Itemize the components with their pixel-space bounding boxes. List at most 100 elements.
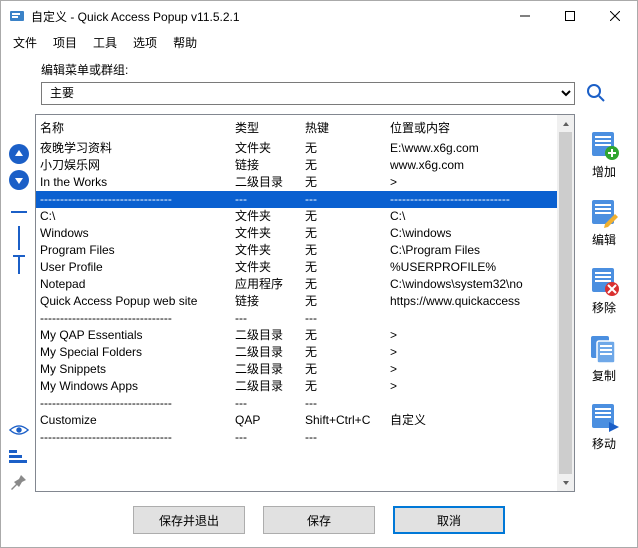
cell-loc: 自定义 <box>386 412 574 429</box>
table-row[interactable]: 小刀娱乐网链接无www.x6g.com <box>36 157 574 174</box>
group-selector-bar: 编辑菜单或群组: 主要 <box>1 53 637 110</box>
cell-loc: > <box>386 327 574 344</box>
cell-loc: > <box>386 174 574 191</box>
column-separator-icon <box>9 224 29 252</box>
cell-hotkey: 无 <box>301 361 386 378</box>
edit-button[interactable]: 编辑 <box>587 192 621 256</box>
cell-type: 二级目录 <box>231 327 301 344</box>
table-row[interactable]: 夜晚学习资料文件夹无E:\www.x6g.com <box>36 140 574 157</box>
add-column-separator-button[interactable] <box>9 228 29 248</box>
table-row[interactable]: My Windows Apps二级目录无> <box>36 378 574 395</box>
search-button[interactable] <box>583 80 609 106</box>
cell-loc: C:\Program Files <box>386 242 574 259</box>
cell-hotkey: Shift+Ctrl+C <box>301 412 386 429</box>
cell-hotkey: --- <box>301 395 386 412</box>
cell-loc: www.x6g.com <box>386 157 574 174</box>
cell-type: --- <box>231 310 301 327</box>
minimize-button[interactable] <box>502 1 547 31</box>
menu-tools[interactable]: 工具 <box>85 32 125 53</box>
cancel-button[interactable]: 取消 <box>393 506 505 534</box>
table-row[interactable]: My QAP Essentials二级目录无> <box>36 327 574 344</box>
preview-button[interactable] <box>9 420 29 440</box>
cell-loc: ------------------------------ <box>386 191 574 208</box>
cell-hotkey: 无 <box>301 259 386 276</box>
table-row[interactable]: Windows文件夹无C:\windows <box>36 225 574 242</box>
cell-hotkey: 无 <box>301 327 386 344</box>
table-row[interactable]: --------------------------------------- <box>36 310 574 327</box>
cell-name: Program Files <box>36 242 231 259</box>
pin-button[interactable] <box>9 472 29 492</box>
cell-name: Notepad <box>36 276 231 293</box>
col-location[interactable]: 位置或内容 <box>386 115 574 140</box>
cell-name: --------------------------------- <box>36 429 231 446</box>
cell-type: 文件夹 <box>231 208 301 225</box>
col-hotkey[interactable]: 热键 <box>301 115 386 140</box>
cell-type: 文件夹 <box>231 242 301 259</box>
menu-help[interactable]: 帮助 <box>165 32 205 53</box>
close-button[interactable] <box>592 1 637 31</box>
table-row[interactable]: My Snippets二级目录无> <box>36 361 574 378</box>
menu-options[interactable]: 选项 <box>125 32 165 53</box>
cell-hotkey: 无 <box>301 293 386 310</box>
cell-name: C:\ <box>36 208 231 225</box>
cell-name: Quick Access Popup web site <box>36 293 231 310</box>
cell-loc: C:\windows\system32\no <box>386 276 574 293</box>
cell-name: 夜晚学习资料 <box>36 140 231 157</box>
copy-button[interactable]: 复制 <box>587 328 621 392</box>
item-list[interactable]: 名称 类型 热键 位置或内容 夜晚学习资料文件夹无E:\www.x6g.com小… <box>35 114 575 492</box>
save-button[interactable]: 保存 <box>263 506 375 534</box>
table-row[interactable]: My Special Folders二级目录无> <box>36 344 574 361</box>
table-row[interactable]: C:\文件夹无C:\ <box>36 208 574 225</box>
remove-button[interactable]: 移除 <box>587 260 621 324</box>
cell-type: 文件夹 <box>231 140 301 157</box>
add-button[interactable]: 增加 <box>587 124 621 188</box>
sort-button[interactable] <box>9 446 29 466</box>
cell-type: --- <box>231 429 301 446</box>
scroll-down-arrow[interactable] <box>557 474 574 491</box>
cell-type: 链接 <box>231 157 301 174</box>
text-column-icon <box>9 252 29 276</box>
cell-name: 小刀娱乐网 <box>36 157 231 174</box>
table-row[interactable]: User Profile文件夹无%USERPROFILE% <box>36 259 574 276</box>
move-up-button[interactable] <box>9 144 29 164</box>
copy-icon <box>587 332 621 366</box>
table-row[interactable]: In the Works二级目录无> <box>36 174 574 191</box>
col-name[interactable]: 名称 <box>36 115 231 140</box>
cell-name: --------------------------------- <box>36 310 231 327</box>
table-row[interactable]: Notepad应用程序无C:\windows\system32\no <box>36 276 574 293</box>
cell-name: My Special Folders <box>36 344 231 361</box>
table-row[interactable]: --------------------------------------- <box>36 429 574 446</box>
cell-loc: > <box>386 378 574 395</box>
cell-hotkey: 无 <box>301 378 386 395</box>
scroll-up-arrow[interactable] <box>557 115 574 132</box>
cell-type: --- <box>231 395 301 412</box>
save-and-exit-button[interactable]: 保存并退出 <box>133 506 245 534</box>
vertical-scrollbar[interactable] <box>557 115 574 491</box>
add-icon <box>587 128 621 162</box>
table-row[interactable]: Program Files文件夹无C:\Program Files <box>36 242 574 259</box>
menu-file[interactable]: 文件 <box>5 32 45 53</box>
table-row[interactable]: ----------------------------------------… <box>36 191 574 208</box>
maximize-button[interactable] <box>547 1 592 31</box>
add-separator-button[interactable] <box>9 202 29 222</box>
add-text-button[interactable] <box>9 254 29 274</box>
cell-type: 应用程序 <box>231 276 301 293</box>
cell-type: 文件夹 <box>231 259 301 276</box>
move-button[interactable]: 移动 <box>587 396 621 460</box>
scroll-thumb[interactable] <box>559 132 572 474</box>
cell-name: User Profile <box>36 259 231 276</box>
cell-hotkey: 无 <box>301 344 386 361</box>
table-row[interactable]: --------------------------------------- <box>36 395 574 412</box>
move-down-button[interactable] <box>9 170 29 190</box>
cell-hotkey: --- <box>301 191 386 208</box>
group-select[interactable]: 主要 <box>41 82 575 105</box>
cell-type: 文件夹 <box>231 225 301 242</box>
cell-name: My QAP Essentials <box>36 327 231 344</box>
table-row[interactable]: CustomizeQAPShift+Ctrl+C自定义 <box>36 412 574 429</box>
cell-hotkey: --- <box>301 310 386 327</box>
menu-item[interactable]: 项目 <box>45 32 85 53</box>
titlebar: 自定义 - Quick Access Popup v11.5.2.1 <box>1 1 637 31</box>
cell-name: My Snippets <box>36 361 231 378</box>
col-type[interactable]: 类型 <box>231 115 301 140</box>
table-row[interactable]: Quick Access Popup web site链接无https://ww… <box>36 293 574 310</box>
